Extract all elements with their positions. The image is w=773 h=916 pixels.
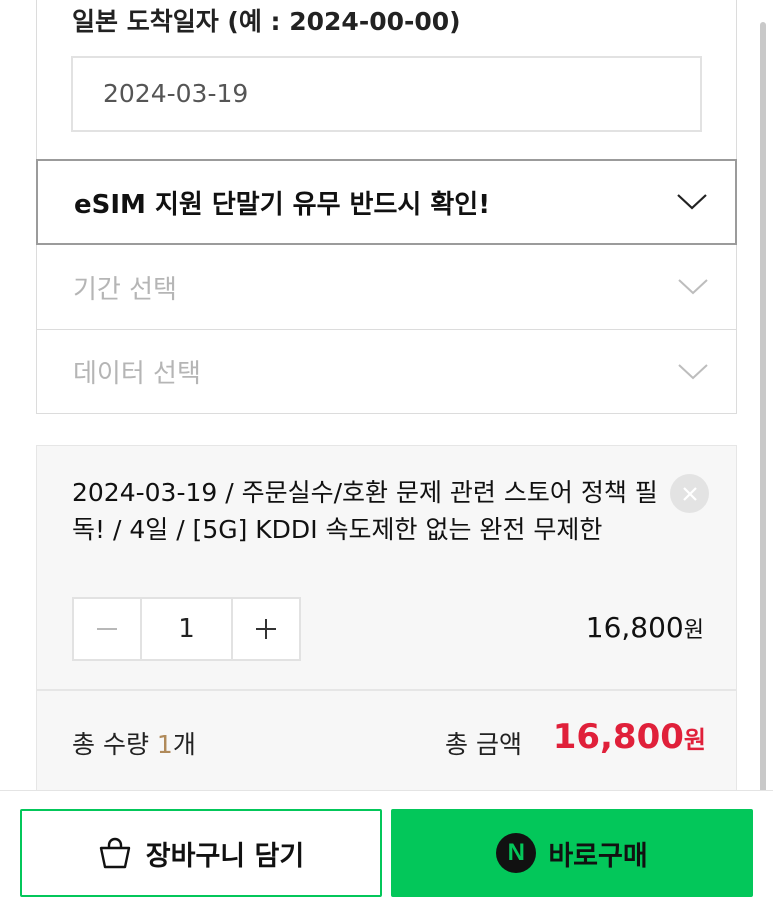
panel-left-border — [36, 0, 37, 160]
total-amount-value: 16,800 — [552, 717, 684, 757]
scrollbar[interactable] — [760, 22, 766, 902]
selected-item-description: 2024-03-19 / 주문실수/호환 문제 관련 스토어 정책 필독! / … — [72, 478, 658, 544]
option-label: 기간 선택 — [73, 274, 177, 305]
total-amount-label: 총 금액 — [445, 730, 522, 759]
option-select-period[interactable]: 기간 선택 — [36, 245, 737, 330]
item-price-unit: 원 — [683, 618, 704, 643]
shopping-bag-icon — [99, 837, 130, 869]
quantity-stepper: 1 — [72, 597, 301, 661]
total-quantity-label: 총 수량 — [72, 730, 157, 759]
buy-now-label: 바로구매 — [548, 840, 648, 872]
option-select-esim[interactable]: eSIM 지원 단말기 유무 반드시 확인! — [36, 159, 737, 245]
quantity-value[interactable]: 1 — [139, 599, 234, 659]
total-quantity-unit: 개 — [172, 730, 196, 759]
naver-pay-icon: N — [496, 833, 537, 873]
plus-icon — [256, 619, 277, 639]
item-price: 16,800원 — [586, 611, 704, 644]
total-amount-unit: 원 — [683, 726, 706, 754]
order-summary: 총 수량 1개 총 금액 16,800원 — [36, 690, 737, 790]
total-amount: 16,800원 — [553, 717, 706, 757]
option-select-data[interactable]: 데이터 선택 — [36, 330, 737, 414]
decrease-quantity-button[interactable] — [74, 599, 140, 659]
increase-quantity-button[interactable] — [233, 599, 299, 659]
panel-right-border — [736, 0, 737, 160]
option-label: eSIM 지원 단말기 유무 반드시 확인! — [74, 189, 491, 220]
add-to-cart-label: 장바구니 담기 — [145, 840, 305, 872]
chevron-down-icon — [678, 279, 708, 295]
total-quantity: 총 수량 1개 — [72, 725, 196, 761]
close-icon — [682, 486, 697, 501]
selected-item-card: 2024-03-19 / 주문실수/호환 문제 관련 스토어 정책 필독! / … — [36, 445, 737, 690]
add-to-cart-button[interactable]: 장바구니 담기 — [20, 809, 382, 897]
purchase-action-bar: 장바구니 담기 N 바로구매 — [0, 790, 773, 916]
chevron-down-icon — [677, 194, 707, 210]
chevron-down-icon — [678, 363, 708, 379]
option-label: 데이터 선택 — [73, 359, 201, 389]
arrival-date-label: 일본 도착일자 (예 : 2024-00-00) — [72, 7, 461, 36]
remove-item-button[interactable] — [670, 474, 709, 513]
minus-icon — [96, 628, 117, 630]
buy-now-button[interactable]: N 바로구매 — [391, 809, 753, 897]
total-quantity-value: 1 — [156, 730, 173, 759]
item-price-value: 16,800 — [585, 611, 684, 644]
arrival-date-input[interactable]: 2024-03-19 — [71, 56, 702, 132]
